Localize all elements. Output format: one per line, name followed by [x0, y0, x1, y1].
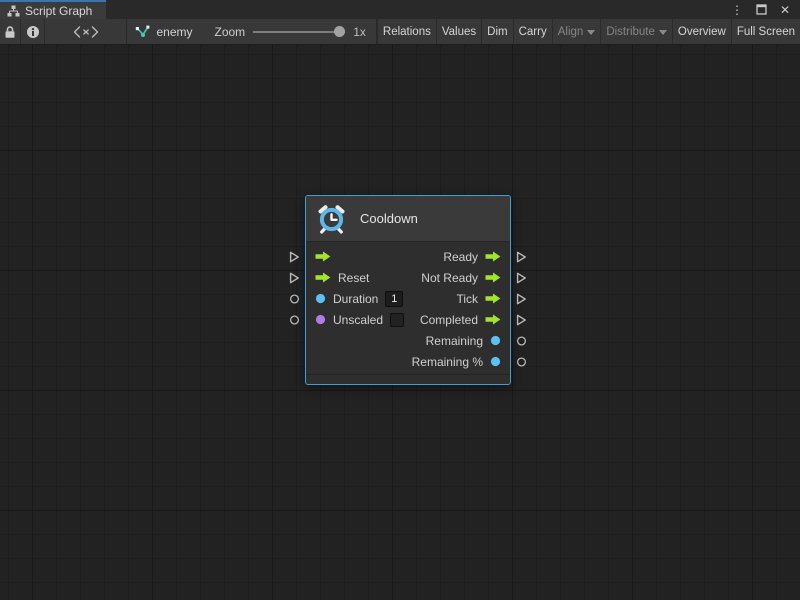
toolbar-button-distribute[interactable]: Distribute: [600, 19, 672, 44]
port-label: Reset: [338, 271, 369, 285]
info-button[interactable]: [21, 19, 45, 44]
port-label: Tick: [456, 292, 478, 306]
port-label: Unscaled: [333, 313, 383, 327]
info-circle-icon: [26, 25, 40, 39]
unscaled-checkbox[interactable]: [390, 313, 404, 327]
input-port-reset: Reset: [315, 271, 369, 285]
lock-button[interactable]: [0, 19, 21, 44]
port-label: Duration: [333, 292, 378, 306]
zoom-slider-track: [253, 31, 345, 33]
tab-label: Script Graph: [25, 4, 92, 18]
port-label: Not Ready: [421, 271, 478, 285]
inspect-code-button[interactable]: [45, 19, 127, 44]
node-title: Cooldown: [360, 211, 418, 226]
zoom-label: Zoom: [203, 25, 246, 39]
node-footer: [306, 374, 510, 384]
input-port-invoke: [315, 251, 331, 262]
port-label: Completed: [420, 313, 478, 327]
toolbar-button-label: Overview: [678, 26, 726, 38]
toolbar-button-label: Align: [558, 26, 584, 38]
value-output-port-icon[interactable]: [490, 335, 501, 346]
external-flow-output-port[interactable]: [516, 271, 527, 284]
toolbar-button-full-screen[interactable]: Full Screen: [731, 19, 800, 44]
tab-script-graph[interactable]: Script Graph: [0, 0, 106, 19]
output-port-completed: Completed: [420, 313, 501, 327]
flow-output-port-icon[interactable]: [485, 272, 501, 283]
angle-brackets-x-icon: [73, 26, 99, 38]
external-value-input-port[interactable]: [289, 293, 300, 304]
toolbar-button-label: Carry: [519, 26, 547, 38]
zoom-slider-handle[interactable]: [334, 26, 345, 37]
port-label: Remaining %: [412, 355, 483, 369]
output-port-not-ready: Not Ready: [421, 271, 501, 285]
toolbar-button-label: Values: [442, 26, 476, 38]
input-port-unscaled: Unscaled: [315, 313, 404, 327]
tab-bar: Script Graph ⋮ ✕: [0, 0, 800, 19]
flow-output-port-icon[interactable]: [485, 314, 501, 325]
external-value-output-port[interactable]: [516, 335, 527, 346]
graph-hierarchy-icon: [7, 5, 20, 17]
graph-edges-icon: [135, 25, 150, 38]
toolbar-button-carry[interactable]: Carry: [513, 19, 552, 44]
padlock-icon: [4, 25, 16, 39]
toolbar-button-relations[interactable]: Relations: [377, 19, 436, 44]
external-flow-input-port[interactable]: [289, 250, 300, 263]
toolbar-button-dim[interactable]: Dim: [481, 19, 512, 44]
cooldown-node[interactable]: Cooldown Ready Reset Not Ready Duration 1 Tic…: [305, 195, 511, 385]
node-header[interactable]: Cooldown: [306, 196, 510, 242]
graph-name: enemy: [156, 25, 192, 39]
value-input-port-icon[interactable]: [315, 293, 326, 304]
port-row: Ready: [306, 246, 510, 267]
value-input-port-icon[interactable]: [315, 314, 326, 325]
output-port-tick: Tick: [456, 292, 501, 306]
zoom-control: Zoom 1x: [203, 19, 377, 44]
toolbar-button-label: Distribute: [606, 26, 655, 38]
window-close-icon[interactable]: ✕: [778, 3, 792, 17]
port-label: Remaining: [426, 334, 483, 348]
toolbar-button-label: Relations: [383, 26, 431, 38]
port-row: Remaining: [306, 330, 510, 351]
window-controls: ⋮ ✕: [730, 0, 800, 19]
window-menu-icon[interactable]: ⋮: [730, 3, 744, 17]
output-port-ready: Ready: [443, 250, 501, 264]
external-value-output-port[interactable]: [516, 356, 527, 367]
zoom-value: 1x: [353, 25, 366, 39]
toolbar-button-label: Dim: [487, 26, 507, 38]
chevron-down-icon: [659, 30, 667, 35]
port-row: Duration 1 Tick: [306, 288, 510, 309]
window-maximize-icon[interactable]: [754, 3, 768, 17]
toolbar-button-label: Full Screen: [737, 26, 795, 38]
external-value-input-port[interactable]: [289, 314, 300, 325]
port-row: Remaining %: [306, 351, 510, 372]
external-flow-output-port[interactable]: [516, 292, 527, 305]
port-row: Reset Not Ready: [306, 267, 510, 288]
external-flow-output-port[interactable]: [516, 250, 527, 263]
external-flow-output-port[interactable]: [516, 313, 527, 326]
chevron-down-icon: [587, 30, 595, 35]
toolbar-button-overview[interactable]: Overview: [672, 19, 731, 44]
external-flow-input-port[interactable]: [289, 271, 300, 284]
output-port-remaining-: Remaining %: [412, 355, 501, 369]
node-ports: Ready Reset Not Ready Duration 1 Tick Unscaled…: [306, 242, 510, 372]
value-output-port-icon[interactable]: [490, 356, 501, 367]
port-label: Ready: [443, 250, 478, 264]
flow-input-port-icon[interactable]: [315, 272, 331, 283]
alarm-clock-icon: [316, 203, 347, 234]
flow-output-port-icon[interactable]: [485, 251, 501, 262]
toolbar-button-align[interactable]: Align: [552, 19, 601, 44]
graph-breadcrumb[interactable]: enemy: [127, 19, 202, 44]
toolbar-button-values[interactable]: Values: [436, 19, 481, 44]
output-port-remaining: Remaining: [426, 334, 501, 348]
flow-output-port-icon[interactable]: [485, 293, 501, 304]
graph-toolbar: enemy Zoom 1x Relations Values Dim Carry Ali…: [0, 19, 800, 45]
toolbar-buttons: Relations Values Dim Carry Align Distribute Ov…: [377, 19, 800, 44]
duration-value-input[interactable]: 1: [385, 291, 403, 307]
port-row: Unscaled Completed: [306, 309, 510, 330]
flow-input-port-icon[interactable]: [315, 251, 331, 262]
input-port-duration: Duration 1: [315, 291, 403, 307]
graph-canvas[interactable]: Cooldown Ready Reset Not Ready Duration 1 Tic…: [0, 45, 800, 600]
zoom-slider[interactable]: [253, 26, 345, 37]
